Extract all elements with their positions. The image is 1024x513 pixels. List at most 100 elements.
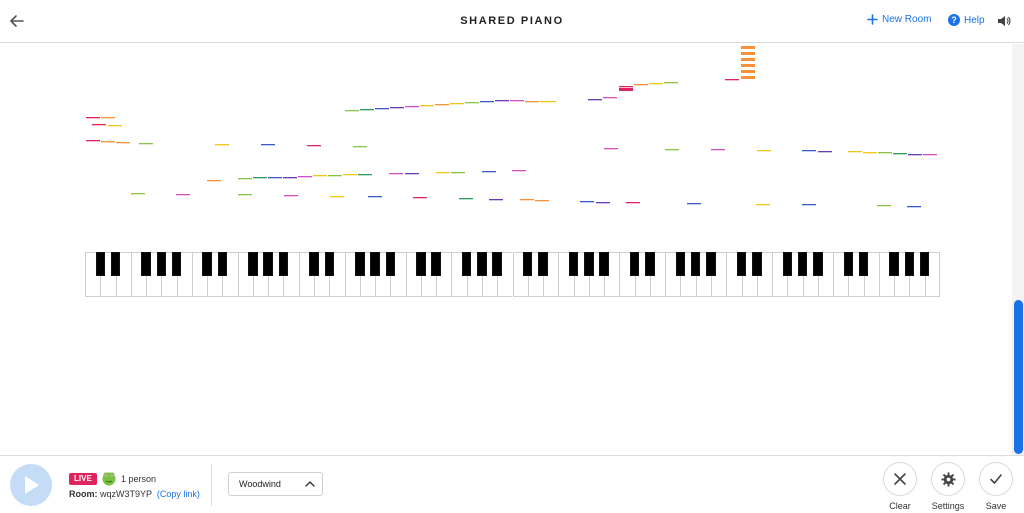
note-segment: [512, 170, 526, 172]
black-key[interactable]: [736, 252, 747, 276]
close-icon: [894, 473, 906, 485]
note-segment: [626, 202, 640, 204]
play-button[interactable]: [10, 464, 52, 506]
note-segment: [353, 146, 367, 148]
note-segment: [725, 79, 739, 81]
black-key[interactable]: [538, 252, 548, 276]
black-key[interactable]: [355, 252, 365, 276]
save-circle: [979, 462, 1013, 496]
save-button[interactable]: Save: [979, 462, 1013, 511]
clear-circle: [883, 462, 917, 496]
note-segment: [907, 206, 921, 208]
black-key[interactable]: [645, 252, 655, 276]
note-segment: [253, 177, 267, 179]
black-key[interactable]: [919, 252, 930, 276]
black-key[interactable]: [706, 252, 716, 276]
scrollbar-thumb[interactable]: [1014, 300, 1023, 454]
black-key[interactable]: [263, 252, 273, 276]
black-key[interactable]: [141, 252, 151, 276]
note-roll-area: [0, 44, 1012, 455]
black-key[interactable]: [248, 252, 258, 276]
note-segment: [489, 199, 503, 201]
black-key[interactable]: [752, 252, 762, 276]
new-room-label: New Room: [882, 14, 932, 25]
note-segment: [298, 176, 312, 178]
black-key[interactable]: [202, 252, 212, 276]
instrument-select[interactable]: Woodwind: [228, 472, 323, 496]
gear-icon: [940, 471, 956, 487]
note-segment: [802, 204, 816, 206]
note-segment: [757, 150, 771, 152]
speaker-icon[interactable]: [997, 14, 1011, 28]
black-key[interactable]: [416, 252, 426, 276]
black-key[interactable]: [324, 252, 334, 276]
clear-button[interactable]: Clear: [883, 462, 917, 511]
black-key[interactable]: [217, 252, 228, 276]
help-button[interactable]: ? Help: [948, 14, 985, 26]
note-segment: [603, 97, 617, 99]
note-segment: [604, 148, 618, 150]
black-key[interactable]: [431, 252, 441, 276]
black-key[interactable]: [156, 252, 167, 276]
note-segment: [238, 178, 252, 180]
black-key[interactable]: [858, 252, 869, 276]
black-key[interactable]: [568, 252, 579, 276]
black-key[interactable]: [797, 252, 808, 276]
people-count: 1 person: [121, 474, 157, 484]
black-key[interactable]: [690, 252, 701, 276]
black-key[interactable]: [843, 252, 854, 276]
copy-link[interactable]: (Copy link): [157, 489, 200, 499]
note-segment: [665, 149, 679, 151]
black-key[interactable]: [385, 252, 396, 276]
black-key[interactable]: [477, 252, 487, 276]
black-key[interactable]: [523, 252, 533, 276]
note-segment: [238, 194, 252, 196]
black-key[interactable]: [309, 252, 319, 276]
black-key[interactable]: [110, 252, 121, 276]
note-segment: [307, 145, 321, 147]
note-segment: [741, 70, 755, 73]
new-room-button[interactable]: New Room: [867, 14, 931, 25]
black-key[interactable]: [95, 252, 105, 276]
black-key[interactable]: [584, 252, 594, 276]
note-segment: [741, 52, 755, 55]
note-segment: [848, 151, 862, 153]
settings-button[interactable]: Settings: [931, 462, 965, 511]
note-segment: [389, 173, 403, 175]
divider: [211, 464, 212, 506]
note-segment: [741, 64, 755, 67]
note-segment: [450, 103, 464, 105]
black-key[interactable]: [278, 252, 289, 276]
black-key[interactable]: [782, 252, 793, 276]
black-key[interactable]: [599, 252, 609, 276]
note-segment: [465, 102, 479, 104]
note-segment: [510, 100, 524, 102]
black-key[interactable]: [813, 252, 823, 276]
note-segment: [893, 153, 907, 155]
note-segment: [664, 82, 678, 84]
black-key[interactable]: [675, 252, 686, 276]
black-key[interactable]: [492, 252, 502, 276]
note-segment: [802, 150, 816, 152]
note-segment: [436, 172, 450, 174]
note-segment: [360, 109, 374, 111]
note-segment: [345, 110, 359, 112]
note-segment: [877, 205, 891, 207]
black-key[interactable]: [171, 252, 182, 276]
note-segment: [619, 88, 633, 91]
black-key[interactable]: [461, 252, 472, 276]
note-segment: [741, 46, 755, 49]
note-segment: [687, 203, 701, 205]
black-key[interactable]: [370, 252, 380, 276]
note-segment: [451, 172, 465, 174]
header-bar: SHARED PIANO New Room ? Help: [0, 0, 1024, 43]
note-segment: [711, 149, 725, 151]
note-segment: [215, 144, 229, 146]
note-segment: [413, 197, 427, 199]
note-segment: [596, 202, 610, 204]
note-segment: [525, 101, 539, 103]
live-badge: LIVE: [69, 473, 97, 485]
black-key[interactable]: [904, 252, 915, 276]
black-key[interactable]: [889, 252, 899, 276]
black-key[interactable]: [629, 252, 640, 276]
